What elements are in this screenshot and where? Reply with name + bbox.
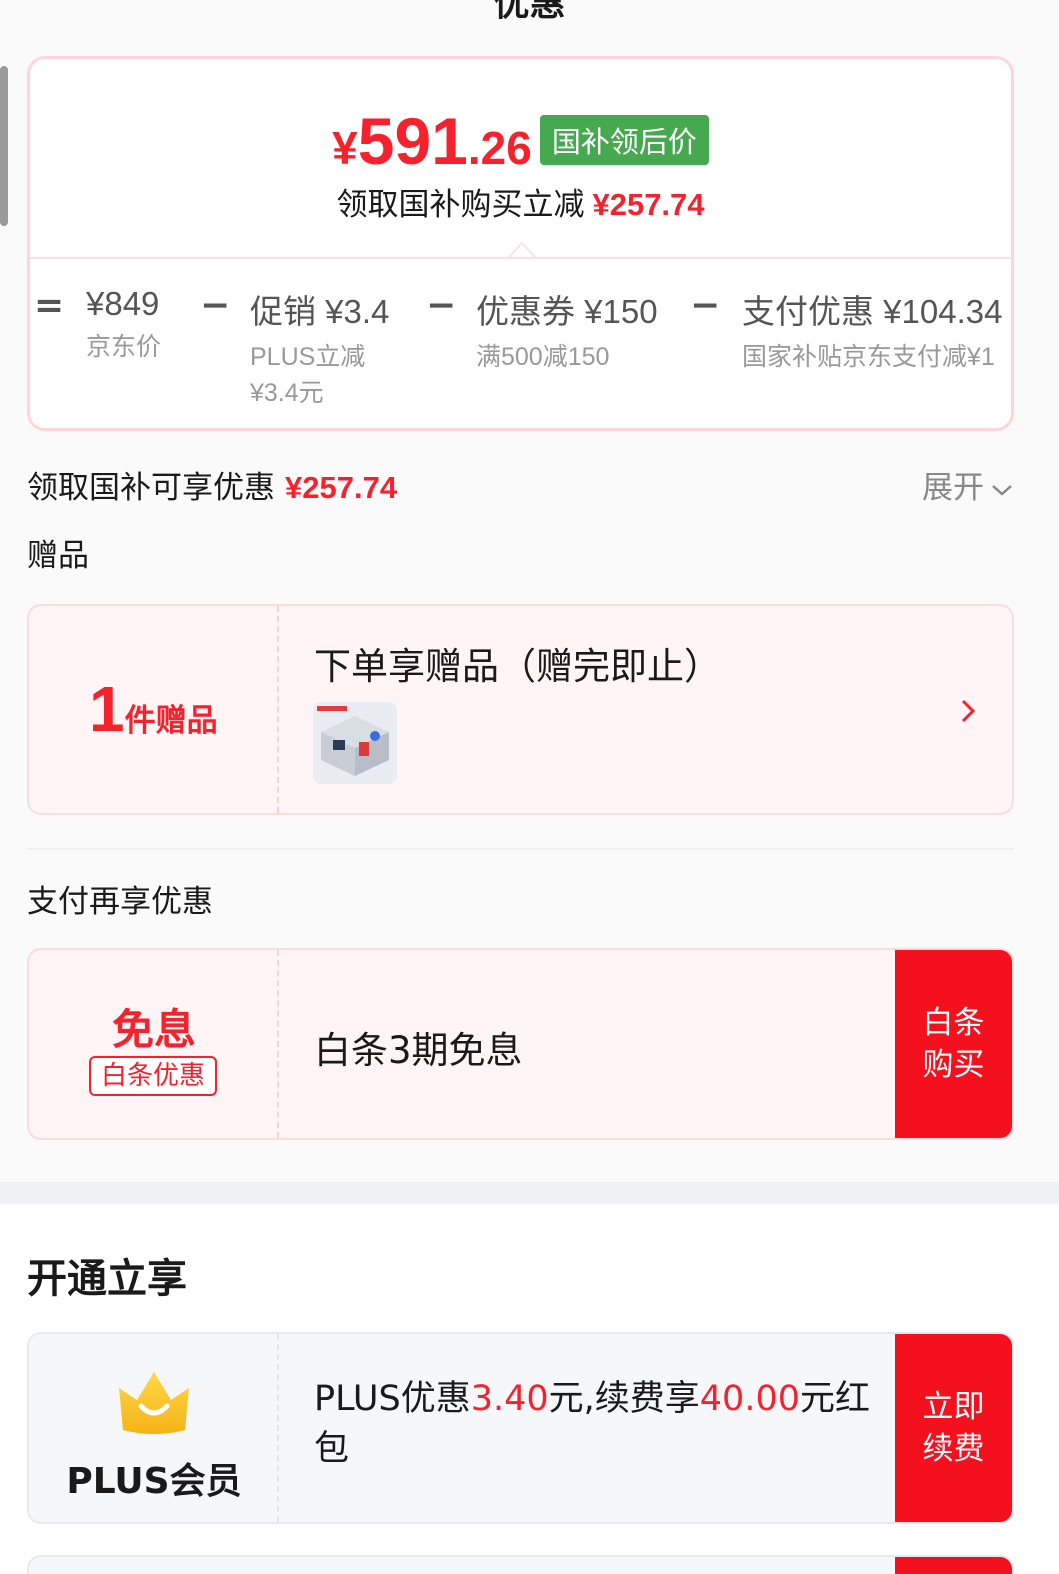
- gift-title: 下单享赠品（赠完即止）: [314, 645, 721, 688]
- breakdown-sub: ¥3.4元: [250, 379, 324, 407]
- payment-section-title: 支付再享优惠: [27, 884, 213, 920]
- plus-offer-amount: 3.40: [470, 1379, 549, 1419]
- plus-offer-amount: 40.00: [699, 1379, 800, 1419]
- gifts-section-title: 赠品: [27, 538, 89, 574]
- gift-count: 1件赠品: [89, 672, 218, 746]
- next-card[interactable]: [27, 1555, 1014, 1574]
- minus-sign: −: [200, 285, 231, 326]
- minus-sign: −: [426, 285, 457, 326]
- button-line: 立即: [922, 1389, 985, 1425]
- subsidy-saving-amount: ¥257.74: [592, 187, 705, 222]
- price-decimal: .26: [467, 122, 532, 174]
- baitiao-card[interactable]: 免息 白条优惠 白条3期免息 白条 购买: [27, 948, 1014, 1140]
- baitiao-tag: 白条优惠: [89, 1056, 217, 1096]
- minus-sign: −: [690, 285, 721, 326]
- subsidy-price-badge: 国补领后价: [539, 115, 709, 165]
- final-price: ¥591.26 国补领后价: [30, 103, 1011, 179]
- open-section-title: 开通立享: [27, 1256, 187, 1302]
- section-gap: [0, 1182, 1059, 1204]
- breakdown-item-jd-price: ¥849 京东价: [86, 285, 161, 365]
- plus-member-card[interactable]: PLUS会员 PLUS优惠3.40元,续费享40.00元红包 立即 续费: [27, 1332, 1014, 1524]
- page-title: 优惠: [493, 0, 566, 24]
- button-line: 购买: [922, 1047, 985, 1083]
- button-line: 白条: [922, 1005, 985, 1041]
- breakdown-item-payment: 支付优惠 ¥104.34 国家补贴京东支付减¥1: [742, 285, 1002, 375]
- button-line: 续费: [922, 1431, 985, 1467]
- close-icon[interactable]: [969, 0, 1015, 10]
- breakdown-sub: PLUS立减: [250, 343, 366, 371]
- baitiao-offer-text: 白条3期免息: [314, 1029, 523, 1072]
- plus-member-label: PLUS会员: [66, 1461, 242, 1502]
- gift-thumbnail-image[interactable]: [313, 702, 397, 784]
- subsidy-saving-line: 领取国补购买立减 ¥257.74: [30, 179, 1011, 224]
- plus-offer-text: PLUS优惠3.40元,续费享40.00元红包: [314, 1374, 884, 1474]
- breakdown-sub: 满500减150: [476, 343, 610, 371]
- next-card-button[interactable]: [895, 1557, 1012, 1574]
- plus-offer-text-part: 元,续费享: [548, 1379, 700, 1419]
- gift-card[interactable]: 1件赠品 下单享赠品（赠完即止）: [27, 604, 1014, 815]
- breakdown-sub: 国家补贴京东支付减¥1: [742, 343, 995, 371]
- chevron-right-icon[interactable]: [960, 698, 976, 724]
- chevron-down-icon: [992, 484, 1012, 496]
- subsidy-saving-label: 领取国补购买立减: [336, 187, 585, 223]
- price-integer: 591: [357, 104, 468, 178]
- national-subsidy-amount: ¥257.74: [285, 470, 398, 505]
- plus-offer-text-part: PLUS优惠: [314, 1379, 471, 1419]
- breakdown-value: 支付优惠 ¥104.34: [742, 293, 1003, 330]
- breakdown-value: 促销 ¥3.4: [250, 293, 390, 330]
- breakdown-sub: 京东价: [86, 333, 162, 361]
- breakdown-value: 优惠券 ¥150: [476, 293, 658, 330]
- caret-up-icon: [508, 242, 536, 258]
- breakdown-item-coupon: 优惠券 ¥150 满500减150: [476, 285, 658, 375]
- renew-button[interactable]: 立即 续费: [895, 1334, 1012, 1522]
- divider: [27, 848, 1014, 850]
- gift-count-unit: 件赠品: [124, 703, 218, 739]
- gift-count-number: 1: [89, 673, 125, 745]
- interest-free-title: 免息: [111, 1005, 196, 1054]
- equals-sign: =: [34, 285, 65, 326]
- national-subsidy-label: 领取国补可享优惠: [27, 470, 275, 506]
- national-subsidy-row[interactable]: 领取国补可享优惠 ¥257.74 展开: [27, 462, 1014, 508]
- price-breakdown: = ¥849 京东价 − 促销 ¥3.4 PLUS立减 ¥3.4元 − 优惠券 …: [30, 285, 1011, 428]
- currency-symbol: ¥: [332, 122, 358, 174]
- expand-button[interactable]: 展开: [922, 462, 1014, 507]
- price-summary-card: ¥591.26 国补领后价 领取国补购买立减 ¥257.74 = ¥849 京东价 …: [27, 56, 1014, 431]
- crown-icon: [119, 1372, 189, 1434]
- scrollbar[interactable]: [0, 66, 8, 226]
- expand-label: 展开: [922, 470, 984, 506]
- breakdown-item-promotion: 促销 ¥3.4 PLUS立减 ¥3.4元: [250, 285, 389, 411]
- breakdown-value: ¥849: [86, 285, 160, 322]
- baitiao-buy-button[interactable]: 白条 购买: [895, 950, 1012, 1138]
